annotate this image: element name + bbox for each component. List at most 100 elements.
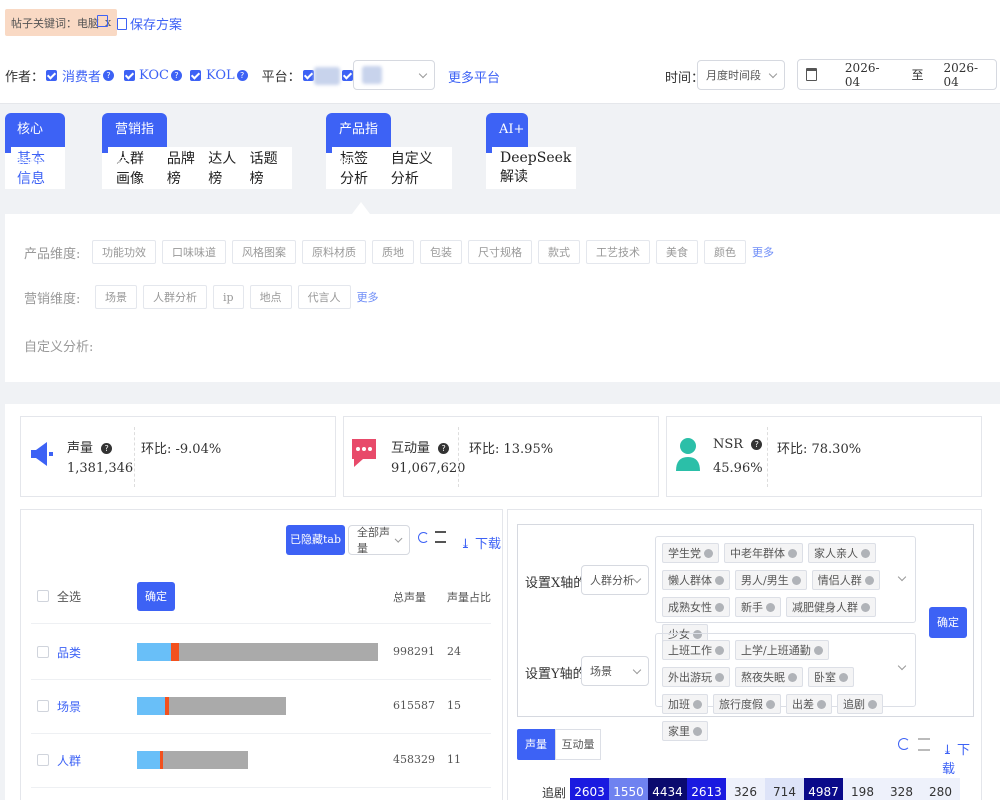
list-view-icon[interactable]	[918, 738, 930, 751]
tag-remove-icon[interactable]	[817, 699, 826, 709]
platform-checkbox-1[interactable]	[302, 70, 314, 81]
author-option-koc[interactable]: KOC	[139, 68, 169, 83]
tag-remove-icon[interactable]	[766, 699, 775, 709]
row-checkbox[interactable]	[37, 646, 49, 658]
help-icon[interactable]: ?	[751, 439, 763, 450]
dimension-chip[interactable]: 款式	[538, 240, 580, 264]
confirm-button[interactable]: 确定	[137, 582, 175, 611]
dimension-chip[interactable]: 口味味道	[162, 240, 226, 264]
tag-remove-icon[interactable]	[788, 548, 797, 558]
help-icon[interactable]: ?	[101, 443, 113, 454]
tab-core-metrics[interactable]: 核心指标	[5, 113, 65, 171]
axis-tag[interactable]: 加班	[662, 694, 708, 714]
tab-item-deepseek[interactable]: DeepSeek解读	[500, 150, 571, 186]
dimension-chip[interactable]: 尺寸规格	[468, 240, 532, 264]
axis-tag[interactable]: 懒人群体	[662, 570, 730, 590]
help-icon[interactable]: ?	[103, 70, 115, 81]
tag-remove-icon[interactable]	[715, 645, 724, 655]
heatmap-cell[interactable]: 4434	[648, 778, 687, 800]
platform-select[interactable]	[353, 60, 435, 90]
axis-tag[interactable]: 学生党	[662, 543, 719, 563]
tag-remove-icon[interactable]	[715, 575, 724, 585]
heatmap-cell[interactable]: 714	[765, 778, 804, 800]
axis-tag[interactable]: 成熟女性	[662, 597, 730, 617]
author-option-kol[interactable]: KOL	[206, 68, 235, 83]
dimension-chip[interactable]: 颜色	[704, 240, 746, 264]
pie-chart-icon[interactable]	[898, 738, 910, 750]
tag-remove-icon[interactable]	[791, 575, 801, 585]
author-checkbox-consumer[interactable]	[46, 70, 58, 81]
platform-checkbox-2[interactable]	[341, 70, 353, 81]
tab-interaction[interactable]: 互动量	[555, 729, 601, 760]
dimension-chip[interactable]: ip	[213, 285, 244, 309]
tag-remove-icon[interactable]	[788, 672, 797, 682]
tag-remove-icon[interactable]	[868, 699, 877, 709]
dimension-chip[interactable]: 人群分析	[143, 285, 207, 309]
axis-tag[interactable]: 家里	[662, 721, 708, 741]
x-axis-tags[interactable]: 学生党 中老年群体 家人亲人 懒人群体 男人/男生 情侣人群 成熟女性 新手 减肥健身人群 少女	[655, 536, 916, 644]
dimension-chip[interactable]: 包装	[420, 240, 462, 264]
select-all-checkbox[interactable]	[37, 590, 49, 602]
download-button[interactable]: ⤓ 下载	[460, 533, 501, 552]
row-tag-name[interactable]: 人群	[57, 752, 81, 769]
axis-tag[interactable]: 男人/男生	[735, 570, 807, 590]
author-checkbox-kol[interactable]	[190, 70, 201, 81]
dimension-chip[interactable]: 场景	[95, 285, 137, 309]
download-button[interactable]: ⤓ 下载	[942, 739, 981, 777]
heatmap-cell[interactable]: 326	[726, 778, 765, 800]
tab-marketing-metrics[interactable]: 营销指标	[102, 113, 167, 171]
heatmap-cell[interactable]: 1550	[609, 778, 648, 800]
heatmap-cell[interactable]: 2613	[687, 778, 726, 800]
axis-tag[interactable]: 上班工作	[662, 640, 730, 660]
heatmap-cell[interactable]: 328	[882, 778, 921, 800]
axis-tag[interactable]: 情侣人群	[811, 570, 880, 590]
tab-item-custom-analysis[interactable]: 自定义分析	[391, 148, 438, 188]
dimension-chip[interactable]: 地点	[249, 285, 292, 309]
tag-remove-icon[interactable]	[715, 602, 724, 612]
tag-remove-icon[interactable]	[864, 575, 874, 585]
y-axis-tags[interactable]: 上班工作 上学/上班通勤 外出游玩 熬夜失眠 卧室加班 旅行度假 出差 追剧家里	[655, 633, 916, 741]
axis-tag[interactable]: 卧室	[808, 667, 854, 687]
x-axis-select[interactable]: 人群分析	[581, 565, 649, 595]
axis-tag[interactable]: 中老年群体	[724, 543, 803, 563]
axis-tag[interactable]: 出差	[786, 694, 832, 714]
axis-tag[interactable]: 追剧	[837, 694, 883, 714]
date-end[interactable]: 2026-04	[943, 61, 988, 89]
tab-item-kol-rank[interactable]: 达人榜	[208, 148, 236, 188]
dimension-chip[interactable]: 原料材质	[302, 240, 366, 264]
axis-confirm-button[interactable]: 确定	[929, 607, 967, 638]
list-view-icon[interactable]	[435, 531, 446, 543]
more-product-link[interactable]: 更多	[752, 244, 774, 260]
more-marketing-link[interactable]: 更多	[357, 289, 379, 305]
y-axis-select[interactable]: 场景	[581, 656, 649, 686]
all-volume-select[interactable]: 全部声量	[348, 525, 410, 555]
author-checkbox-koc[interactable]	[124, 70, 136, 81]
date-range-picker[interactable]: 2026-04 至 2026-04	[797, 59, 997, 90]
author-option-consumer[interactable]: 消费者	[62, 66, 101, 85]
dimension-chip[interactable]: 功能功效	[92, 240, 156, 264]
axis-tag[interactable]: 上学/上班通勤	[735, 640, 829, 660]
heatmap-cell[interactable]: 198	[843, 778, 882, 800]
tag-remove-icon[interactable]	[715, 672, 724, 682]
heatmap-cell[interactable]: 2603	[570, 778, 609, 800]
tab-volume[interactable]: 声量	[517, 729, 555, 760]
dimension-chip[interactable]: 工艺技术	[586, 240, 650, 264]
axis-tag[interactable]: 减肥健身人群	[786, 597, 876, 617]
tab-item-topic-rank[interactable]: 话题榜	[250, 148, 278, 188]
dimension-chip[interactable]: 风格图案	[232, 240, 296, 264]
tag-remove-icon[interactable]	[766, 602, 775, 612]
edit-icon[interactable]	[97, 15, 108, 27]
heatmap-cell[interactable]: 4987	[804, 778, 843, 800]
dimension-chip[interactable]: 质地	[372, 240, 414, 264]
save-plan-button[interactable]: 保存方案	[117, 14, 182, 33]
help-icon[interactable]: ?	[236, 70, 248, 81]
heatmap-cell[interactable]: 280	[921, 778, 960, 800]
row-checkbox[interactable]	[37, 754, 49, 766]
axis-tag[interactable]: 熬夜失眠	[735, 667, 803, 687]
more-platform-link[interactable]: 更多平台	[448, 67, 500, 86]
axis-tag[interactable]: 家人亲人	[808, 543, 876, 563]
tag-remove-icon[interactable]	[839, 672, 848, 682]
row-checkbox[interactable]	[37, 700, 49, 712]
axis-tag[interactable]: 外出游玩	[662, 667, 730, 687]
axis-tag[interactable]: 旅行度假	[713, 694, 781, 714]
